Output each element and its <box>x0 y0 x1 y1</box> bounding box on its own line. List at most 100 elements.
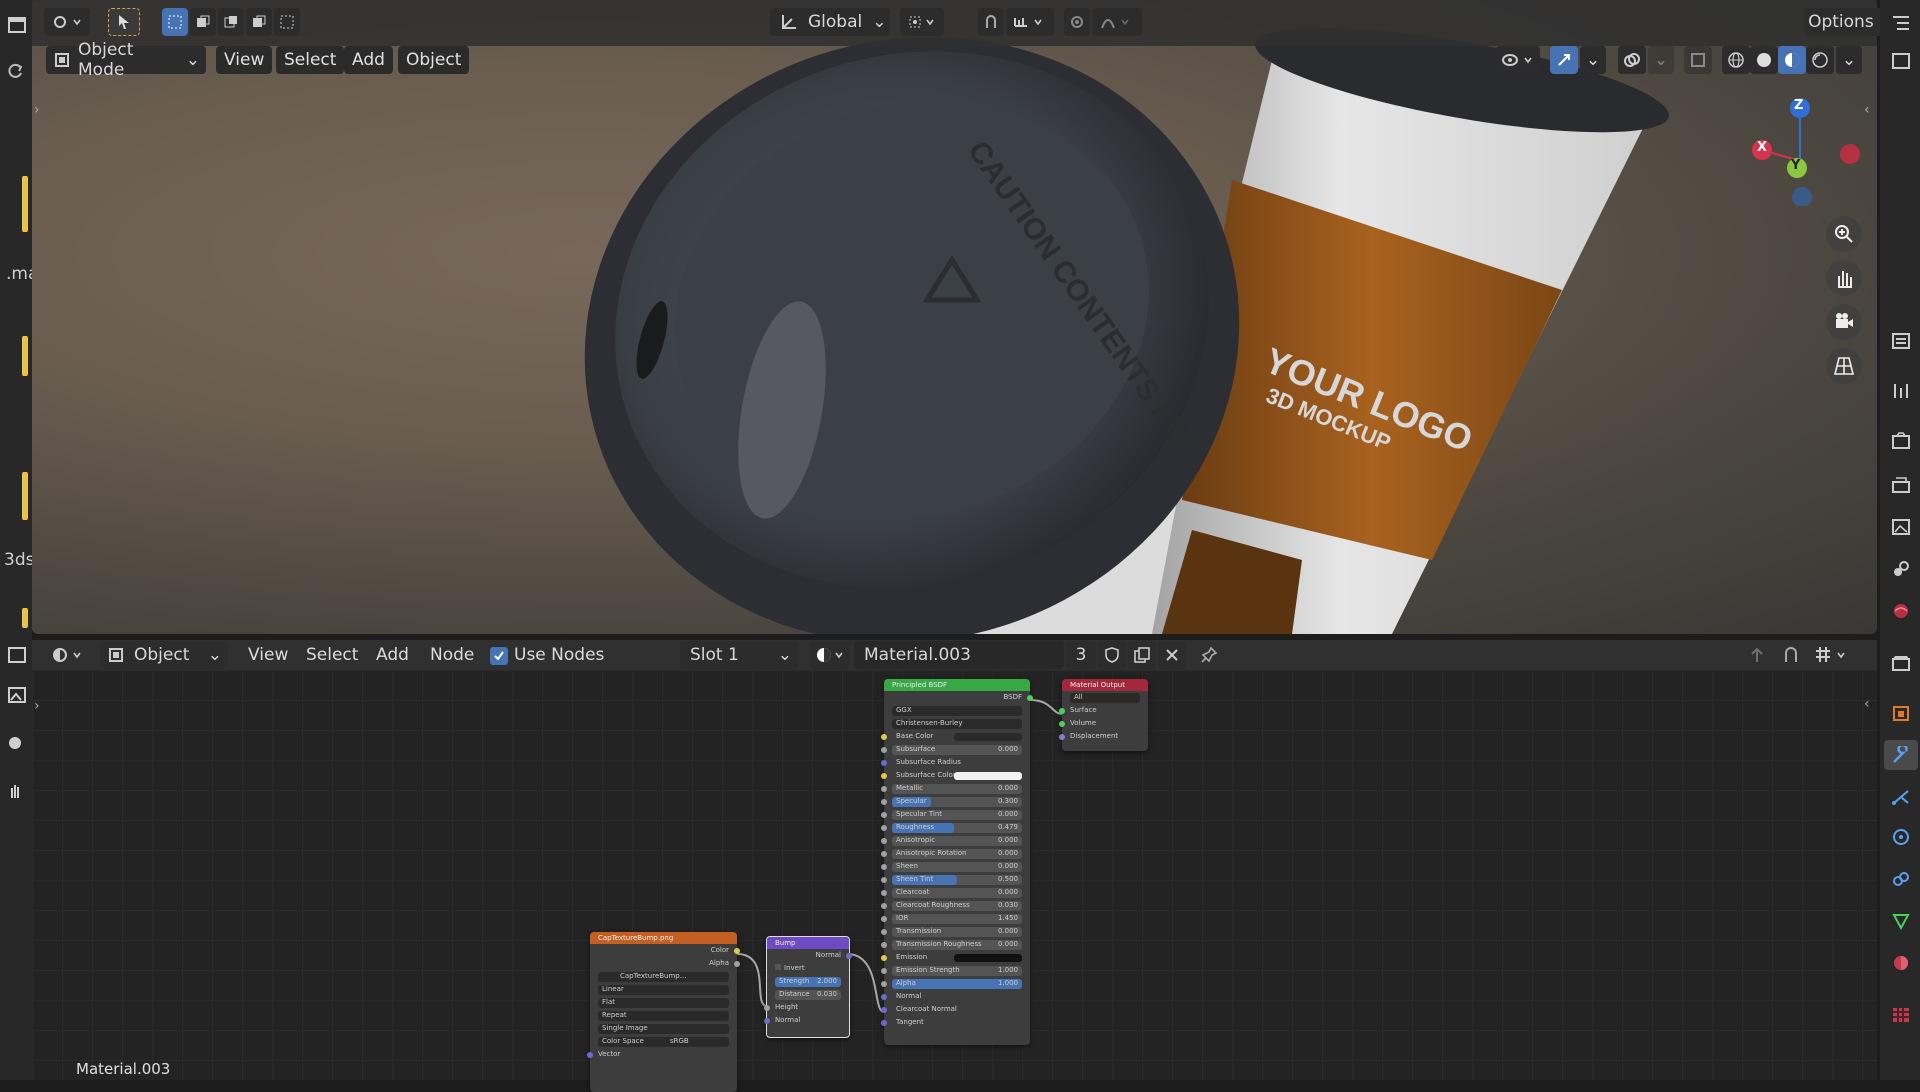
input-socket[interactable]: Volume <box>1059 717 1148 730</box>
bsdf-input-row[interactable]: Subsurface Color <box>881 769 1030 782</box>
menu-select[interactable]: Select <box>298 641 366 669</box>
hand-icon[interactable] <box>0 776 30 806</box>
gizmo-dropdown[interactable]: ⌄ <box>1580 46 1606 74</box>
input-socket[interactable] <box>881 734 887 740</box>
menu-add[interactable]: Add <box>368 641 417 669</box>
mode-dropdown[interactable]: Object Mode ⌄ <box>46 40 206 80</box>
pan-hand-icon[interactable] <box>1826 260 1862 296</box>
bsdf-input-row[interactable]: Sheen 0.000 <box>881 860 1030 873</box>
zoom-icon[interactable] <box>1826 216 1862 252</box>
bsdf-input-row[interactable]: Specular Tint 0.000 <box>881 808 1030 821</box>
node-output-socket[interactable]: BSDF <box>884 691 1033 704</box>
input-socket[interactable] <box>881 747 887 753</box>
bsdf-input-row[interactable]: Tangent <box>881 1016 1030 1029</box>
select-mode-intersect-button[interactable] <box>274 8 300 36</box>
input-socket[interactable] <box>881 1020 887 1026</box>
select-tool-button[interactable] <box>108 8 140 36</box>
input-socket[interactable] <box>881 942 887 948</box>
bsdf-input-row[interactable]: Normal <box>881 990 1030 1003</box>
input-socket[interactable] <box>881 890 887 896</box>
proportional-falloff-dropdown[interactable] <box>1092 8 1142 36</box>
input-socket[interactable] <box>881 994 887 1000</box>
overlays-dropdown[interactable]: ⌄ <box>1648 46 1674 74</box>
parent-node-tree-icon[interactable] <box>1748 646 1766 668</box>
tool-settings-icon[interactable] <box>1886 376 1916 406</box>
panel-toggle-icon[interactable] <box>1886 46 1916 76</box>
menu-add[interactable]: Add <box>344 46 393 74</box>
bsdf-input-row[interactable]: Emission <box>881 951 1030 964</box>
material-properties-icon[interactable] <box>1886 948 1916 978</box>
extension-dropdown[interactable]: Repeat <box>590 1009 737 1022</box>
bsdf-input-row[interactable]: Emission Strength 1.000 <box>881 964 1030 977</box>
bsdf-input-row[interactable]: Subsurface Radius <box>881 756 1030 769</box>
bsdf-input-row[interactable]: Sheen Tint 0.500 <box>881 873 1030 886</box>
bsdf-input-row[interactable]: Anisotropic 0.000 <box>881 834 1030 847</box>
color-space-dropdown[interactable]: Color Space sRGB <box>590 1035 737 1048</box>
bsdf-input-row[interactable]: Subsurface 0.000 <box>881 743 1030 756</box>
node-image-texture[interactable]: CapTextureBump.png Color Alpha CapTextur… <box>587 932 740 1092</box>
snap-toggle-button[interactable] <box>978 8 1004 36</box>
input-socket[interactable] <box>881 851 887 857</box>
projection-dropdown[interactable]: Flat <box>590 996 737 1009</box>
output-socket[interactable]: Color <box>590 944 740 957</box>
menu-view[interactable]: View <box>240 641 296 669</box>
bsdf-input-row[interactable]: Anisotropic Rotation 0.000 <box>881 847 1030 860</box>
subsurface-method-dropdown[interactable]: Christensen-Burley <box>884 717 1030 730</box>
visibility-dropdown[interactable] <box>1496 46 1540 74</box>
refresh-icon[interactable] <box>0 56 30 86</box>
menu-object[interactable]: Object <box>398 46 470 74</box>
menu-select[interactable]: Select <box>276 46 345 74</box>
strength-field[interactable]: Strength 2.000 <box>767 975 849 988</box>
editor-type-icon[interactable] <box>2 10 32 40</box>
input-socket[interactable] <box>881 955 887 961</box>
world-properties-icon[interactable] <box>1886 596 1916 626</box>
output-socket[interactable]: Alpha <box>590 957 740 970</box>
outliner-icon[interactable] <box>1886 8 1916 38</box>
camera-icon[interactable] <box>1826 304 1862 340</box>
input-socket[interactable]: Normal <box>764 1014 849 1027</box>
shading-solid-button[interactable] <box>1750 46 1778 74</box>
properties-toggle-icon[interactable] <box>1886 326 1916 356</box>
constraint-properties-icon[interactable] <box>1886 864 1916 894</box>
user-count-badge[interactable]: 3 <box>1066 641 1096 669</box>
toolbar-expand-icon[interactable]: › <box>34 102 40 118</box>
shader-node-editor[interactable]: › ‹ Principled BSDF BSDF GGX Christensen… <box>32 640 1877 1092</box>
bsdf-input-row[interactable]: Metallic 0.000 <box>881 782 1030 795</box>
input-socket[interactable]: Vector <box>587 1048 737 1061</box>
sidebar-expand-icon[interactable]: ‹ <box>1864 102 1870 118</box>
input-socket[interactable] <box>881 773 887 779</box>
input-socket[interactable]: Height <box>764 1001 849 1014</box>
shading-dropdown[interactable]: ⌄ <box>1836 46 1862 74</box>
input-socket[interactable] <box>881 760 887 766</box>
shading-material-button[interactable] <box>1778 46 1806 74</box>
data-properties-icon[interactable] <box>1886 906 1916 936</box>
xray-toggle-button[interactable] <box>1684 46 1712 74</box>
collection-properties-icon[interactable] <box>1886 648 1916 678</box>
input-socket[interactable] <box>881 903 887 909</box>
bsdf-input-row[interactable]: Roughness 0.479 <box>881 821 1030 834</box>
input-socket[interactable] <box>881 968 887 974</box>
pivot-point-dropdown[interactable] <box>900 8 944 36</box>
proportional-edit-button[interactable] <box>1064 8 1090 36</box>
select-mode-new-button[interactable] <box>162 8 188 36</box>
input-socket[interactable] <box>881 799 887 805</box>
bsdf-input-row[interactable]: IOR 1.450 <box>881 912 1030 925</box>
input-socket[interactable] <box>881 877 887 883</box>
bsdf-input-row[interactable]: Specular 0.300 <box>881 795 1030 808</box>
3d-viewport[interactable]: YOUR LOGO 3D MOCKUP CAUTION CONTENTS HOT <box>32 0 1877 634</box>
input-socket[interactable] <box>881 981 887 987</box>
bsdf-input-row[interactable]: Alpha 1.000 <box>881 977 1030 990</box>
color-swatch[interactable] <box>954 772 1022 780</box>
input-socket[interactable] <box>881 916 887 922</box>
input-socket[interactable]: Surface <box>1059 704 1148 717</box>
output-socket[interactable]: Normal <box>767 949 852 962</box>
input-socket[interactable] <box>881 1007 887 1013</box>
select-mode-extend-button[interactable] <box>190 8 216 36</box>
slot-dropdown[interactable]: Slot 1 ⌄ <box>680 641 798 669</box>
node-editor-type-icon[interactable] <box>2 640 32 670</box>
render-properties-icon[interactable] <box>1886 426 1916 456</box>
transform-orientation-dropdown[interactable]: Global ⌄ <box>770 8 890 36</box>
input-socket[interactable] <box>881 812 887 818</box>
material-name-field[interactable]: Material.003 <box>854 641 1064 669</box>
shader-type-dropdown[interactable]: Object ⌄ <box>100 641 228 669</box>
